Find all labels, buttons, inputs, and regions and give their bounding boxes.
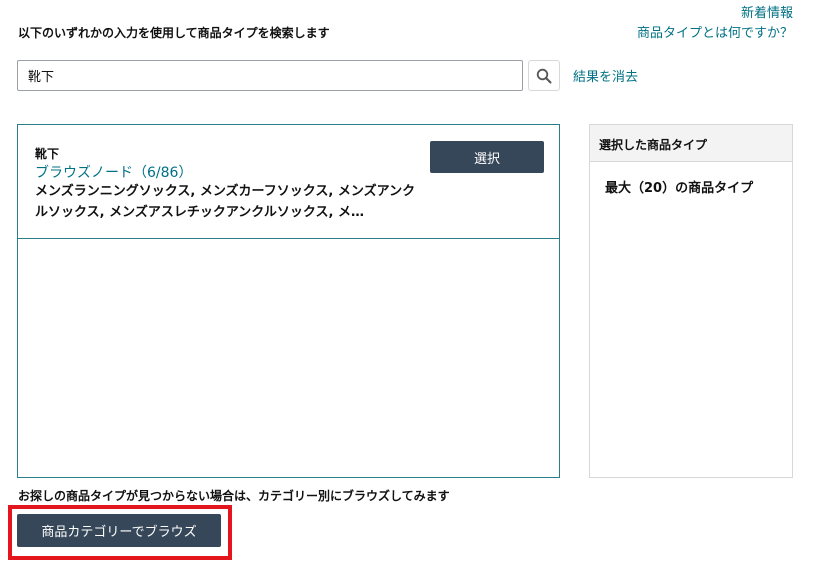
search-icon [536,68,552,83]
what-is-product-type-link[interactable]: 商品タイプとは何ですか？ [637,24,793,44]
result-item: 靴下 ブラウズノード（6/86） メンズランニングソックス, メンズカーフソック… [18,125,559,239]
search-results-list: 靴下 ブラウズノード（6/86） メンズランニングソックス, メンズカーフソック… [17,124,560,478]
result-keyword: 靴下 [35,147,60,161]
max-product-types-text: 最大（20）の商品タイプ [605,181,754,196]
clear-results-link[interactable]: 結果を消去 [573,66,638,85]
selected-product-types-panel: 選択した商品タイプ 最大（20）の商品タイプ [589,124,793,478]
browse-node-link[interactable]: ブラウズノード（6/86） [35,162,192,182]
select-button[interactable]: 選択 [430,141,544,173]
top-links: 新着情報 商品タイプとは何ですか？ [637,4,793,44]
selected-panel-title: 選択した商品タイプ [590,125,792,162]
result-description: メンズランニングソックス, メンズカーフソックス, メンズアンクルソックス, メ… [35,184,416,220]
not-found-hint: お探しの商品タイプが見つからない場合は、カテゴリー別にブラウズしてみます [18,489,450,503]
product-type-search-input[interactable] [17,60,523,91]
search-button[interactable] [528,60,560,91]
search-instruction: 以下のいずれかの入力を使用して商品タイプを検索します [18,26,330,40]
whats-new-link[interactable]: 新着情報 [637,4,793,24]
browse-by-category-button[interactable]: 商品カテゴリーでブラウズ [17,514,221,547]
